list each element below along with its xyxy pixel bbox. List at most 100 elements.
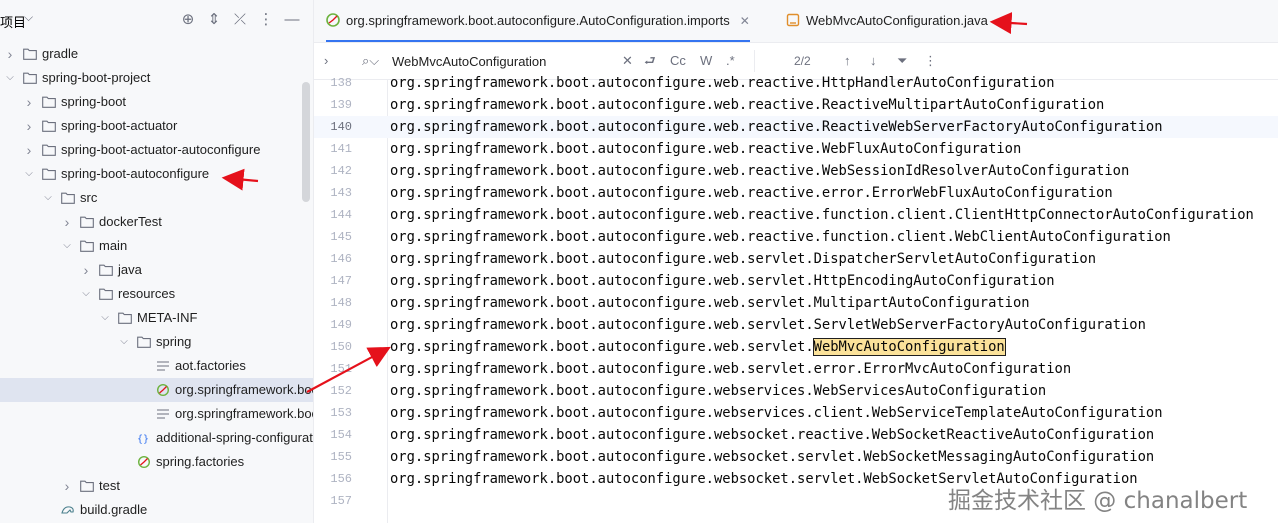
filter-icon[interactable]: ⏷	[897, 51, 907, 71]
tree-item[interactable]: › spring-boot	[0, 90, 313, 114]
tree-item[interactable]: › gradle	[0, 42, 313, 66]
tree-scrollbar[interactable]	[302, 82, 310, 202]
code-text[interactable]: org.springframework.boot.autoconfigure.w…	[390, 116, 1163, 138]
previous-occurrence-icon[interactable]: ↑	[844, 51, 851, 71]
line-number: 154	[330, 428, 352, 442]
line-number: 149	[330, 318, 352, 332]
chevron-right-icon[interactable]: ›	[80, 258, 92, 282]
tab-webmvcautoconfiguration-java[interactable]: WebMvcAutoConfiguration.java	[786, 0, 988, 42]
chevron-right-icon[interactable]: ›	[61, 210, 73, 234]
tree-item[interactable]: › java	[0, 258, 313, 282]
clear-search-icon[interactable]: ✕	[622, 51, 633, 71]
tab-label: org.springframework.boot.autoconfigure.A…	[346, 13, 730, 28]
line-number: 151	[330, 362, 352, 376]
tree-item-label: META-INF	[137, 310, 198, 325]
collapse-all-icon[interactable]: ⤫	[229, 9, 251, 31]
tree-item-label: test	[99, 478, 120, 493]
code-text[interactable]: org.springframework.boot.autoconfigure.w…	[390, 72, 1055, 94]
options-menu-icon[interactable]: ⋮	[255, 9, 277, 31]
tree-item-label: org.springframework.boot.autoconfigure.A…	[175, 406, 313, 421]
line-number: 138	[330, 76, 352, 90]
tree-item-label: spring-boot	[61, 94, 127, 109]
tree-item[interactable]: ⌵ META-INF	[0, 306, 313, 330]
chevron-right-icon[interactable]: ›	[23, 90, 35, 114]
tree-item[interactable]: aot.factories	[0, 354, 313, 378]
tree-item[interactable]: spring.factories	[0, 450, 313, 474]
code-text[interactable]: org.springframework.boot.autoconfigure.w…	[390, 358, 1071, 380]
code-text[interactable]: org.springframework.boot.autoconfigure.w…	[390, 270, 1055, 292]
tree-item[interactable]: ⌵ resources	[0, 282, 313, 306]
tree-item[interactable]: ⌵ src	[0, 186, 313, 210]
match-case-toggle[interactable]: Cc	[670, 51, 686, 71]
code-text[interactable]: org.springframework.boot.autoconfigure.w…	[390, 292, 1030, 314]
tree-item[interactable]: › spring-boot-actuator-autoconfigure	[0, 138, 313, 162]
line-number: 147	[330, 274, 352, 288]
code-text[interactable]: org.springframework.boot.autoconfigure.w…	[390, 336, 1006, 358]
tree-item[interactable]: org.springframework.boot.autoconfigure.A…	[0, 378, 313, 402]
folder-icon	[23, 72, 37, 84]
tree-item[interactable]: build.gradle	[0, 498, 313, 522]
regex-toggle[interactable]: .*	[726, 51, 735, 71]
code-text[interactable]: org.springframework.boot.autoconfigure.w…	[390, 380, 1046, 402]
code-text[interactable]: org.springframework.boot.autoconfigure.w…	[390, 402, 1163, 424]
text-file-icon	[156, 360, 170, 372]
tree-item-label: spring-boot-actuator-autoconfigure	[61, 142, 261, 157]
code-text[interactable]: org.springframework.boot.autoconfigure.w…	[390, 94, 1104, 116]
minimize-icon[interactable]: —	[281, 9, 303, 31]
folder-icon	[137, 336, 151, 348]
search-input[interactable]	[392, 52, 617, 70]
tree-item[interactable]: › spring-boot-actuator	[0, 114, 313, 138]
chevron-right-icon[interactable]: ›	[23, 114, 35, 138]
expand-collapse-icon[interactable]: ⇕	[203, 9, 225, 31]
tree-item[interactable]: ⌵ spring-boot-project	[0, 66, 313, 90]
code-text[interactable]: org.springframework.boot.autoconfigure.w…	[390, 314, 1146, 336]
tree-item-label: build.gradle	[80, 502, 148, 517]
folder-icon	[99, 288, 113, 300]
next-occurrence-icon[interactable]: ↓	[870, 51, 877, 71]
close-icon[interactable]: ✕	[740, 14, 750, 28]
code-text[interactable]: org.springframework.boot.autoconfigure.w…	[390, 160, 1129, 182]
tree-item[interactable]: › test	[0, 474, 313, 498]
chevron-down-icon[interactable]: ⌵	[24, 10, 33, 25]
tree-item[interactable]: ⌵ spring-boot-autoconfigure	[0, 162, 313, 186]
tree-item[interactable]: ⌵ main	[0, 234, 313, 258]
tree-item[interactable]: {} additional-spring-configuration-metada…	[0, 426, 313, 450]
search-icon[interactable]: ⌕⌵	[362, 51, 379, 71]
tab-autoconfiguration-imports[interactable]: org.springframework.boot.autoconfigure.A…	[326, 0, 750, 42]
code-text[interactable]: org.springframework.boot.autoconfigure.w…	[390, 446, 1154, 468]
tree-item-label: src	[80, 190, 98, 205]
chevron-right-icon[interactable]: ›	[324, 51, 328, 71]
folder-icon	[118, 312, 132, 324]
tree-item[interactable]: › dockerTest	[0, 210, 313, 234]
project-panel-title[interactable]: 项目	[0, 12, 26, 31]
new-line-icon[interactable]: ⮐	[644, 51, 656, 71]
more-options-icon[interactable]: ⋮	[924, 51, 937, 71]
chevron-right-icon[interactable]: ›	[23, 138, 35, 162]
code-text[interactable]: org.springframework.boot.autoconfigure.w…	[390, 138, 1021, 160]
chevron-down-icon[interactable]: ⌵	[80, 282, 92, 306]
tree-item-label: main	[99, 238, 128, 253]
code-text[interactable]: org.springframework.boot.autoconfigure.w…	[390, 204, 1254, 226]
chevron-down-icon[interactable]: ⌵	[23, 162, 35, 186]
code-text[interactable]: org.springframework.boot.autoconfigure.w…	[390, 248, 1096, 270]
locate-target-icon[interactable]: ⊕	[177, 9, 199, 31]
tree-item[interactable]: org.springframework.boot.autoconfigure.A…	[0, 402, 313, 426]
tree-item-label: spring-boot-actuator	[61, 118, 178, 133]
chevron-down-icon[interactable]: ⌵	[61, 234, 73, 258]
chevron-down-icon[interactable]: ⌵	[4, 66, 16, 90]
line-number: 155	[330, 450, 352, 464]
json-file-icon: {}	[137, 432, 151, 444]
chevron-down-icon[interactable]: ⌵	[99, 306, 111, 330]
code-text[interactable]: org.springframework.boot.autoconfigure.w…	[390, 182, 1113, 204]
chevron-down-icon[interactable]: ⌵	[42, 186, 54, 210]
tree-item[interactable]: ⌵ spring	[0, 330, 313, 354]
code-text[interactable]: org.springframework.boot.autoconfigure.w…	[390, 226, 1171, 248]
chevron-right-icon[interactable]: ›	[4, 42, 16, 66]
code-text[interactable]: org.springframework.boot.autoconfigure.w…	[390, 424, 1154, 446]
chevron-right-icon[interactable]: ›	[61, 474, 73, 498]
chevron-down-icon[interactable]: ⌵	[118, 330, 130, 354]
whole-words-toggle[interactable]: W	[700, 51, 712, 71]
tree-item-label: additional-spring-configuration-metadata…	[156, 430, 313, 445]
spring-file-icon	[326, 2, 340, 27]
line-number: 145	[330, 230, 352, 244]
